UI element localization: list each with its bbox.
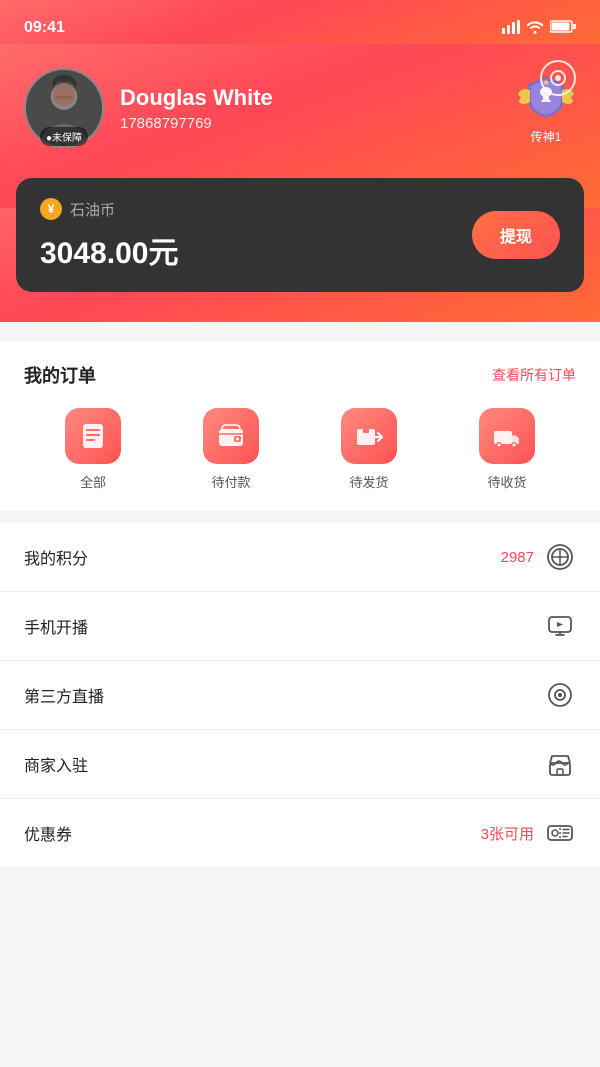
order-label-pending-pay: 待付款: [211, 472, 250, 491]
menu-label-merchant: 商家入驻: [24, 752, 88, 776]
profile-row: ●未保障 Douglas White 17868797769: [24, 68, 576, 148]
order-item-pending-ship[interactable]: 待发货: [341, 408, 397, 491]
order-icon-pending-ship: [341, 408, 397, 464]
order-label-all: 全部: [80, 472, 106, 491]
order-icon-pending-pay: [203, 408, 259, 464]
menu-label-broadcast: 手机开播: [24, 614, 88, 638]
menu-right-merchant: [544, 748, 576, 780]
menu-label-coupon: 优惠券: [24, 821, 72, 845]
points-icon: [544, 541, 576, 573]
menu-item-merchant[interactable]: 商家入驻: [0, 730, 600, 799]
balance-left: ¥ 石油币 3048.00元: [40, 198, 178, 272]
battery-icon: [550, 20, 576, 36]
order-icon-all: [65, 408, 121, 464]
order-label-pending-receive: 待收货: [487, 472, 526, 491]
settings-icon: [550, 70, 566, 86]
profile-phone: 17868797769: [120, 115, 500, 132]
orders-header: 我的订单 查看所有订单: [24, 362, 576, 388]
order-icon-pending-receive: [479, 408, 535, 464]
signal-icon: [502, 20, 520, 37]
order-item-all[interactable]: 全部: [65, 408, 121, 491]
unprotected-badge: ●未保障: [40, 127, 88, 146]
points-value: 2987: [501, 549, 534, 566]
order-item-pending-pay[interactable]: 待付款: [203, 408, 259, 491]
orders-grid: 全部 待付款: [24, 408, 576, 491]
menu-item-coupon[interactable]: 优惠券 3张可用: [0, 799, 600, 867]
menu-item-third-party-live[interactable]: 第三方直播: [0, 661, 600, 730]
menu-right-broadcast: [544, 610, 576, 642]
status-time: 09:41: [24, 19, 65, 37]
menu-right-coupon: 3张可用: [481, 817, 576, 849]
main-content: 我的订单 查看所有订单 全部: [0, 322, 600, 867]
menu-right-points: 2987: [501, 541, 576, 573]
menu-item-points[interactable]: 我的积分 2987: [0, 523, 600, 592]
withdraw-button[interactable]: 提现: [472, 211, 560, 259]
broadcast-icon: [544, 610, 576, 642]
coupon-icon: [544, 817, 576, 849]
live-icon: [544, 679, 576, 711]
status-icons: [502, 20, 576, 37]
balance-title: 石油币: [70, 199, 115, 220]
rank-label: 传神1: [531, 128, 562, 145]
order-item-pending-receive[interactable]: 待收货: [479, 408, 535, 491]
profile-info: Douglas White 17868797769: [120, 85, 500, 132]
view-all-orders-link[interactable]: 查看所有订单: [492, 365, 576, 385]
orders-title: 我的订单: [24, 362, 96, 388]
merchant-icon: [544, 748, 576, 780]
menu-label-third-party: 第三方直播: [24, 683, 104, 707]
status-bar: 09:41: [0, 0, 600, 44]
balance-card: ¥ 石油币 3048.00元 提现: [16, 178, 584, 292]
menu-section: 我的积分 2987 手机开播: [0, 523, 600, 867]
profile-name: Douglas White: [120, 85, 500, 111]
coupon-value: 3张可用: [481, 823, 534, 844]
menu-right-third-party: [544, 679, 576, 711]
menu-item-broadcast[interactable]: 手机开播: [0, 592, 600, 661]
settings-button[interactable]: [540, 60, 576, 96]
balance-amount: 3048.00元: [40, 228, 178, 272]
menu-label-points: 我的积分: [24, 545, 88, 569]
wifi-icon: [526, 20, 544, 37]
order-label-pending-ship: 待发货: [349, 472, 388, 491]
orders-section: 我的订单 查看所有订单 全部: [0, 342, 600, 511]
balance-title-row: ¥ 石油币: [40, 198, 178, 220]
coin-symbol: ¥: [40, 198, 62, 220]
avatar-wrapper: ●未保障: [24, 68, 104, 148]
